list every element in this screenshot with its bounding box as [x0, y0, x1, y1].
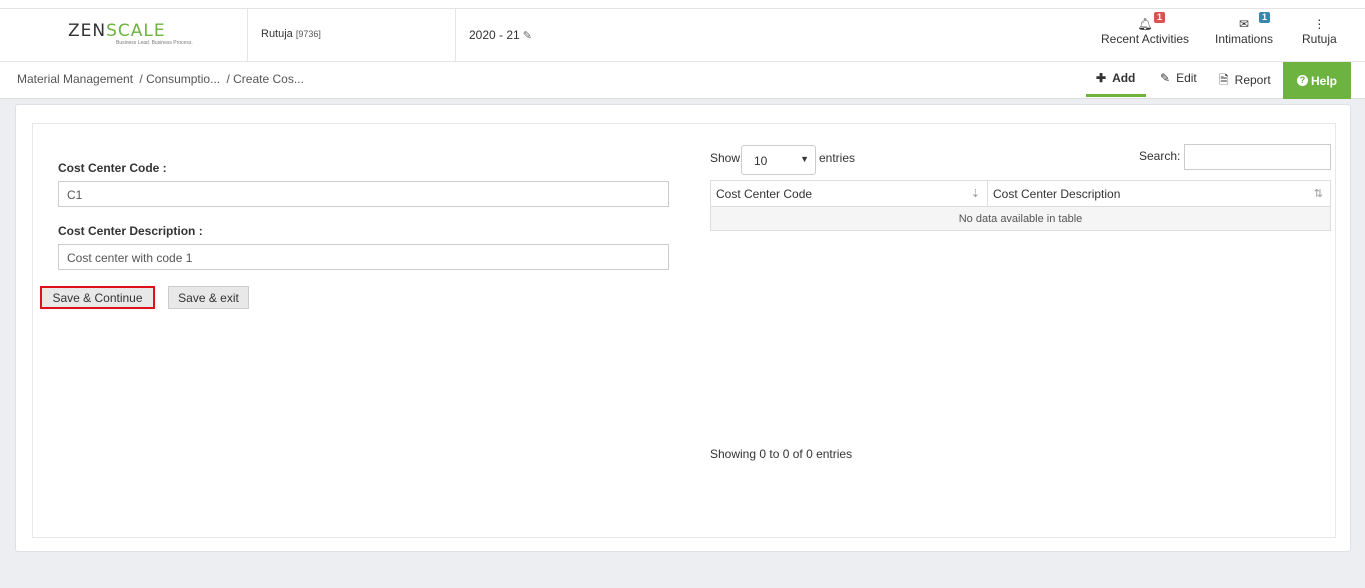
search-label: Search:: [1139, 149, 1181, 163]
column-header-code[interactable]: Cost Center Code ⇣: [710, 180, 988, 207]
header-divider: [247, 9, 248, 62]
edit-label: Edit: [1176, 71, 1197, 85]
page-size-select[interactable]: 10 ▼: [741, 145, 816, 175]
cost-center-description-label: Cost Center Description :: [58, 224, 203, 238]
add-label: Add: [1112, 71, 1136, 85]
cost-center-code-input[interactable]: C1: [58, 181, 669, 207]
logo-tagline: Business Lead. Business Process.: [116, 40, 193, 46]
bell-icon: 🔔︎ 1: [1101, 12, 1189, 32]
table-info: Showing 0 to 0 of 0 entries: [710, 447, 853, 461]
plus-icon: ✚: [1096, 71, 1107, 85]
header-divider: [455, 9, 456, 62]
breadcrumb-item[interactable]: / Consumptio...: [139, 72, 220, 86]
search-input[interactable]: [1184, 144, 1331, 170]
question-circle-icon: ?: [1296, 75, 1308, 86]
report-button[interactable]: 🗎︎ Report: [1219, 71, 1271, 92]
content-card: Cost Center Code : C1 Cost Center Descri…: [15, 104, 1351, 552]
pencil-icon: ✎: [1160, 71, 1171, 85]
breadcrumb-item[interactable]: Material Management: [17, 72, 133, 86]
help-button[interactable]: ? Help: [1283, 62, 1351, 99]
save-and-exit-button[interactable]: Save & exit: [168, 286, 249, 309]
fiscal-year-value: 2020 - 21: [469, 28, 520, 42]
recent-activities-menu[interactable]: 🔔︎ 1 Recent Activities: [1101, 12, 1190, 46]
table-header-row: Cost Center Code ⇣ Cost Center Descriptio…: [710, 180, 1331, 207]
fiscal-year: 2020 - 21 ✎: [469, 28, 532, 42]
edit-year-icon[interactable]: ✎: [523, 30, 532, 42]
active-tab-underline: [1086, 94, 1146, 97]
profile-label: Rutuja: [1302, 32, 1337, 46]
help-label: Help: [1310, 73, 1337, 88]
intimations-badge: 1: [1259, 12, 1271, 23]
logo-brand-accent: SCALE: [106, 21, 166, 41]
column-header-description[interactable]: Cost Center Description ⇅: [987, 180, 1331, 207]
sort-ascending-icon: ⇣: [970, 188, 980, 200]
report-label: Report: [1234, 73, 1271, 87]
envelope-icon: ✉ 1: [1215, 12, 1273, 32]
cost-center-description-input[interactable]: Cost center with code 1: [58, 244, 669, 270]
show-label: Show: [710, 151, 741, 165]
column-header-description-label: Cost Center Description: [993, 186, 1121, 201]
intimations-label: Intimations: [1215, 32, 1274, 46]
form-panel: Cost Center Code : C1 Cost Center Descri…: [32, 123, 1336, 538]
edit-button[interactable]: ✎ Edit: [1160, 71, 1197, 85]
cost-center-table: Cost Center Code ⇣ Cost Center Descriptio…: [710, 180, 1331, 231]
page-size-value: 10: [754, 154, 768, 168]
top-strip: [0, 0, 1365, 9]
zenscale-logo[interactable]: ZENSCALE Business Lead. Business Process…: [68, 21, 193, 47]
empty-table-message: No data available in table: [710, 206, 1331, 231]
user-id: [9736]: [295, 29, 321, 39]
profile-menu[interactable]: ⋮ Rutuja: [1302, 17, 1337, 46]
sub-toolbar: Material Management / Consumptio... / Cr…: [0, 62, 1365, 99]
column-header-code-label: Cost Center Code: [716, 186, 813, 201]
caret-down-icon: ▼: [800, 154, 809, 164]
add-button[interactable]: ✚ Add: [1096, 71, 1135, 85]
table-row: No data available in table: [710, 206, 1331, 231]
sort-both-icon: ⇅: [1313, 188, 1323, 200]
app-header: ZENSCALE Business Lead. Business Process…: [0, 9, 1365, 62]
intimations-menu[interactable]: ✉ 1 Intimations: [1215, 12, 1274, 46]
user-info: Rutuja [9736]: [261, 28, 321, 40]
logo-brand-main: ZEN: [68, 21, 107, 41]
breadcrumb-item: / Create Cos...: [226, 72, 304, 86]
document-icon: 🗎︎: [1219, 73, 1229, 87]
recent-activities-badge: 1: [1154, 12, 1166, 23]
logo-wordmark: ZENSCALE: [68, 21, 180, 41]
save-and-continue-button[interactable]: Save & Continue: [40, 286, 155, 309]
recent-activities-label: Recent Activities: [1101, 32, 1190, 46]
entries-label: entries: [819, 151, 856, 165]
kebab-menu-icon: ⋮: [1313, 17, 1326, 31]
breadcrumb: Material Management / Consumptio... / Cr…: [17, 72, 307, 86]
cost-center-code-label: Cost Center Code :: [58, 161, 167, 175]
user-name: Rutuja: [261, 28, 293, 40]
